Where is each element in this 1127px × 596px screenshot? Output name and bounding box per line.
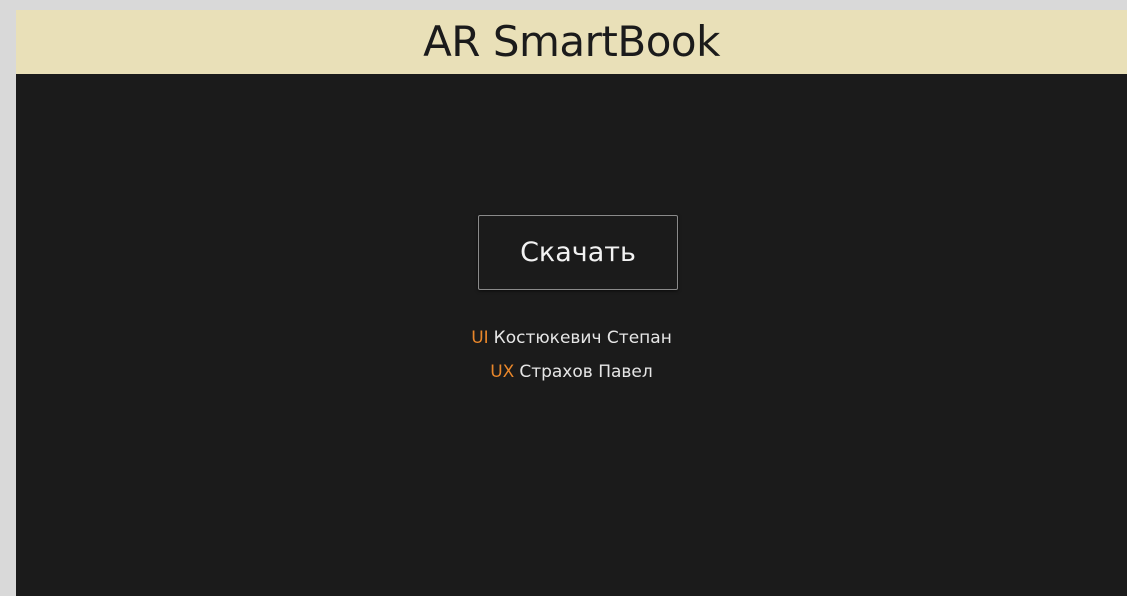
header-bar: AR SmartBook [16,10,1127,74]
page-viewport: AR SmartBook Скачать UI Костюкевич Степан… [16,10,1127,596]
credit-role-ux: UX [490,362,515,382]
credit-role-ui: UI [471,328,489,348]
credit-ux: UX Страхов Павел [16,355,1127,389]
download-button[interactable]: Скачать [478,215,678,290]
page-title: AR SmartBook [423,17,720,66]
credit-name-ui: Костюкевич Степан [493,328,672,348]
credits: UI Костюкевич Степан UX Страхов Павел [16,321,1127,389]
credit-name-ux: Страхов Павел [519,362,653,382]
credit-ui: UI Костюкевич Степан [16,321,1127,355]
